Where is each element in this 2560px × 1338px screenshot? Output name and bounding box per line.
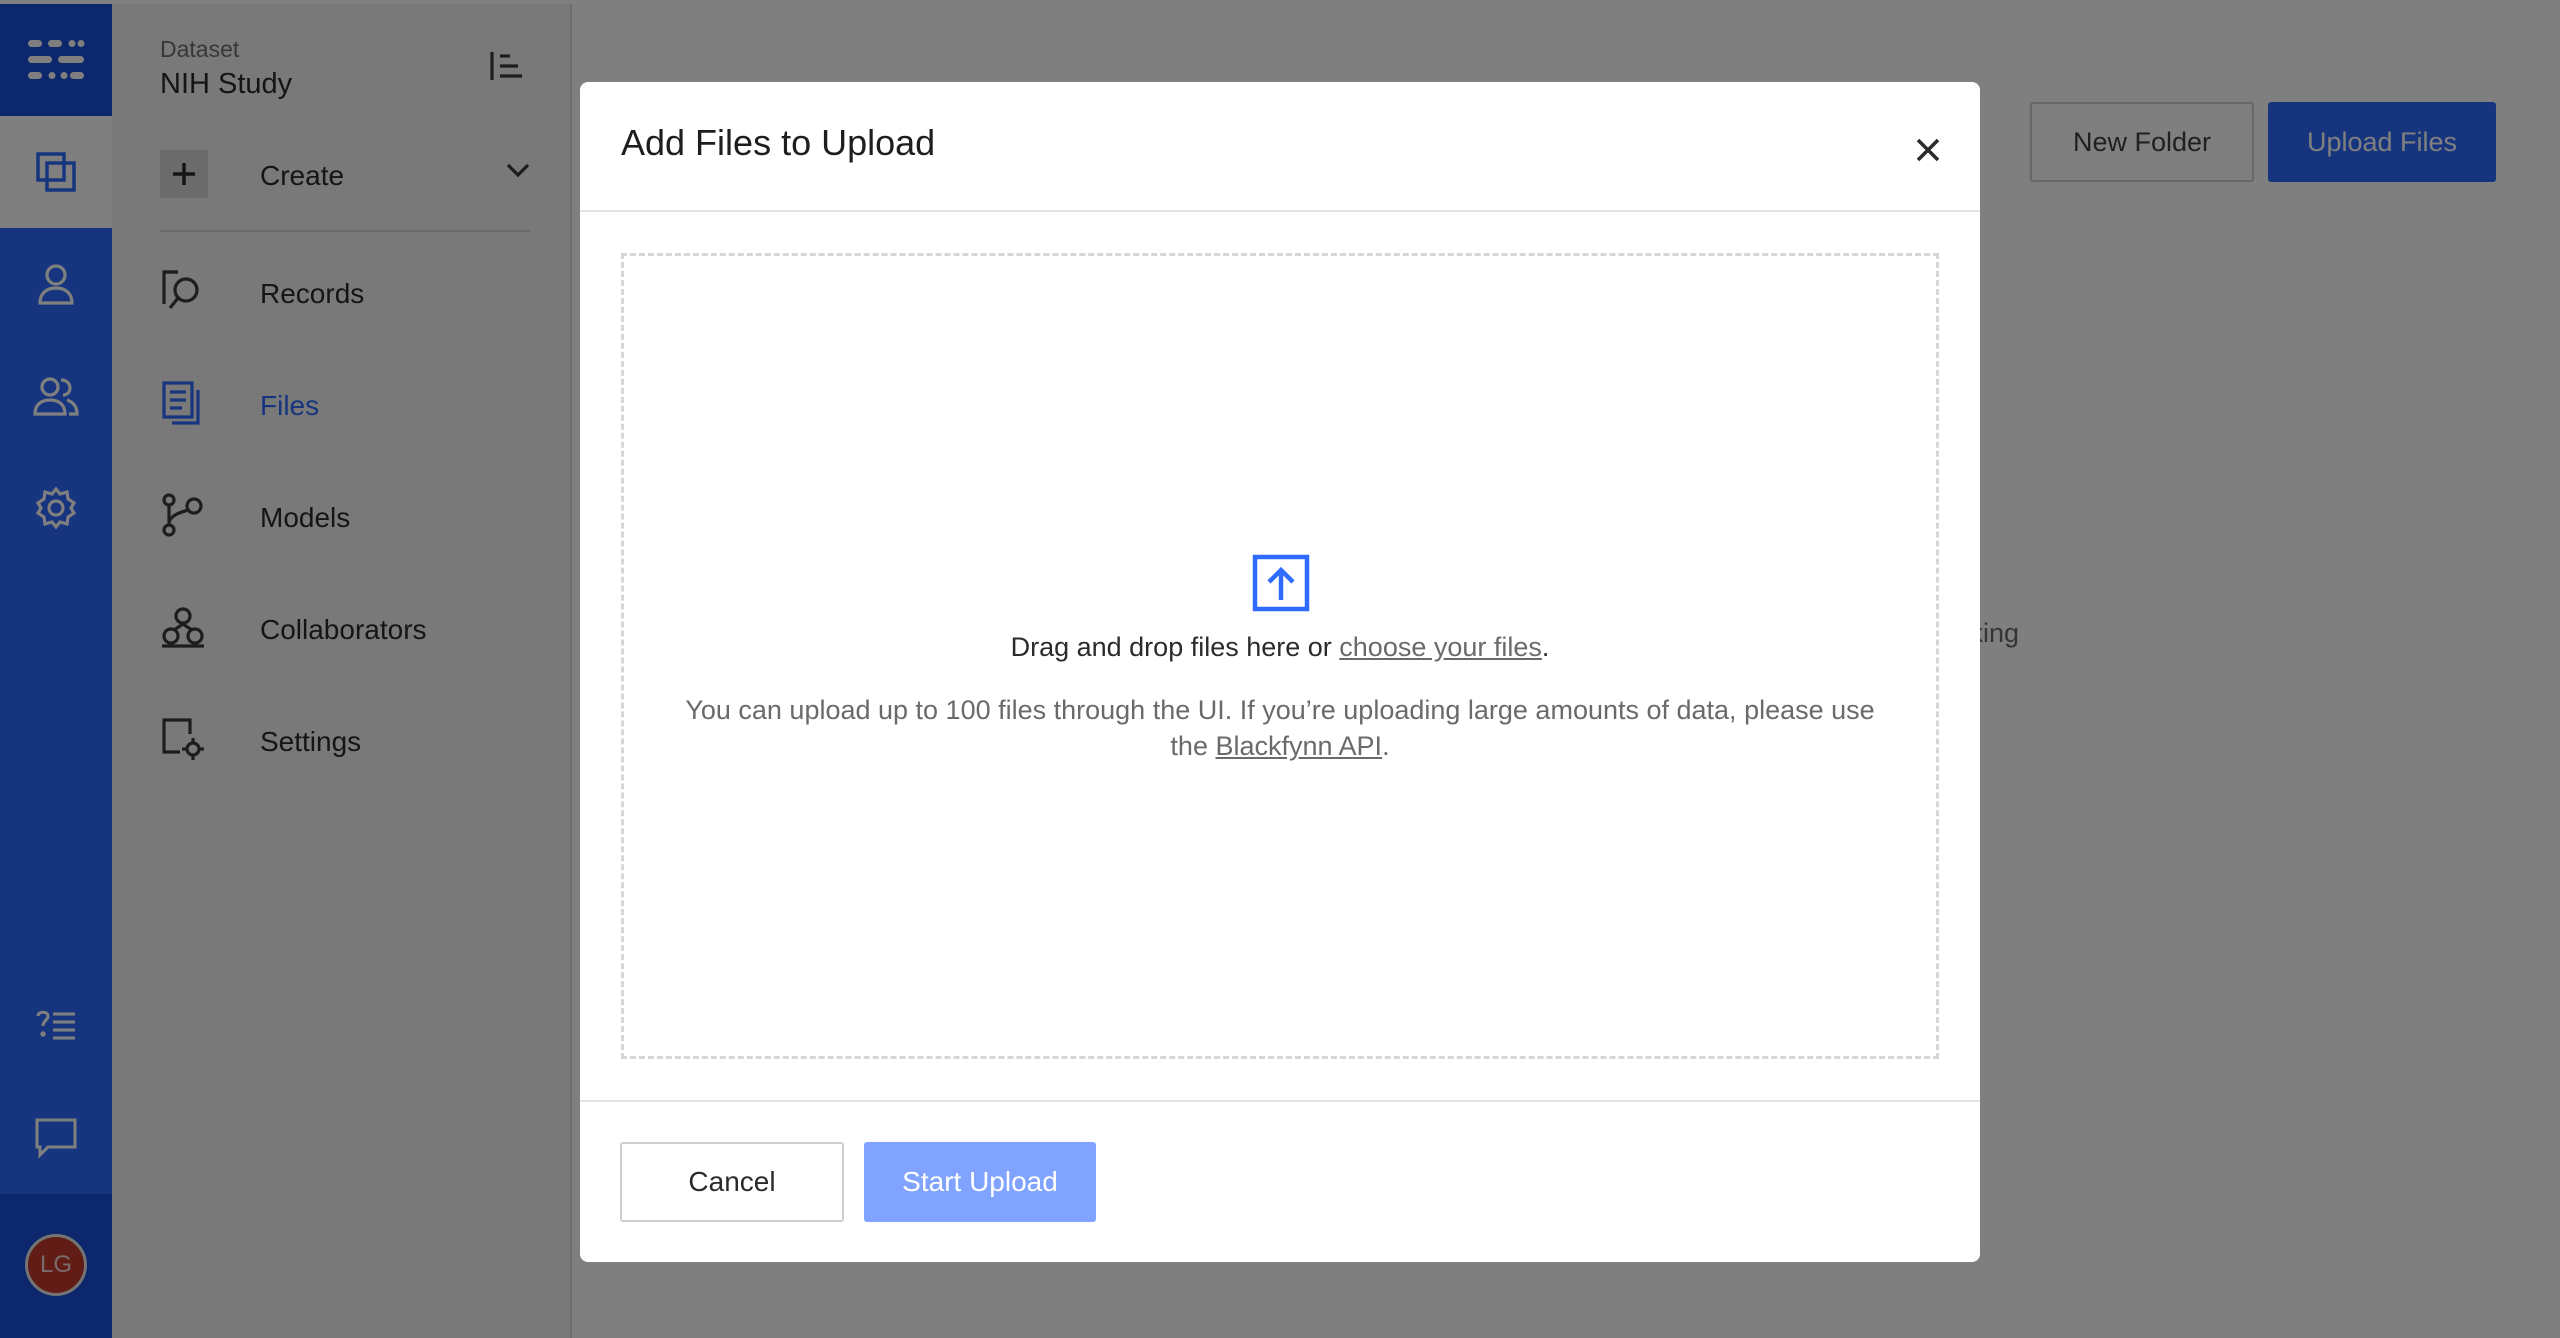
api-link[interactable]: Blackfynn API — [1215, 731, 1382, 761]
file-dropzone[interactable]: Drag and drop files here or choose your … — [621, 253, 1939, 1059]
upload-icon — [1252, 554, 1310, 612]
close-icon[interactable] — [1908, 130, 1948, 170]
choose-files-link[interactable]: choose your files — [1339, 632, 1542, 662]
modal-header-divider — [580, 210, 1980, 212]
drop-text: Drag and drop files here or — [1010, 632, 1340, 662]
drop-text-period: . — [1541, 632, 1550, 662]
upload-limit-info: You can upload up to 100 files through t… — [664, 692, 1896, 764]
start-upload-button[interactable]: Start Upload — [864, 1142, 1096, 1222]
upload-modal: Add Files to Upload Drag and drop files … — [580, 82, 1980, 1262]
cancel-button[interactable]: Cancel — [620, 1142, 844, 1222]
modal-title: Add Files to Upload — [621, 122, 936, 163]
dropzone-instructions: Drag and drop files here or choose your … — [624, 632, 1936, 663]
info-text-period: . — [1382, 731, 1390, 761]
modal-footer-divider — [580, 1100, 1980, 1102]
